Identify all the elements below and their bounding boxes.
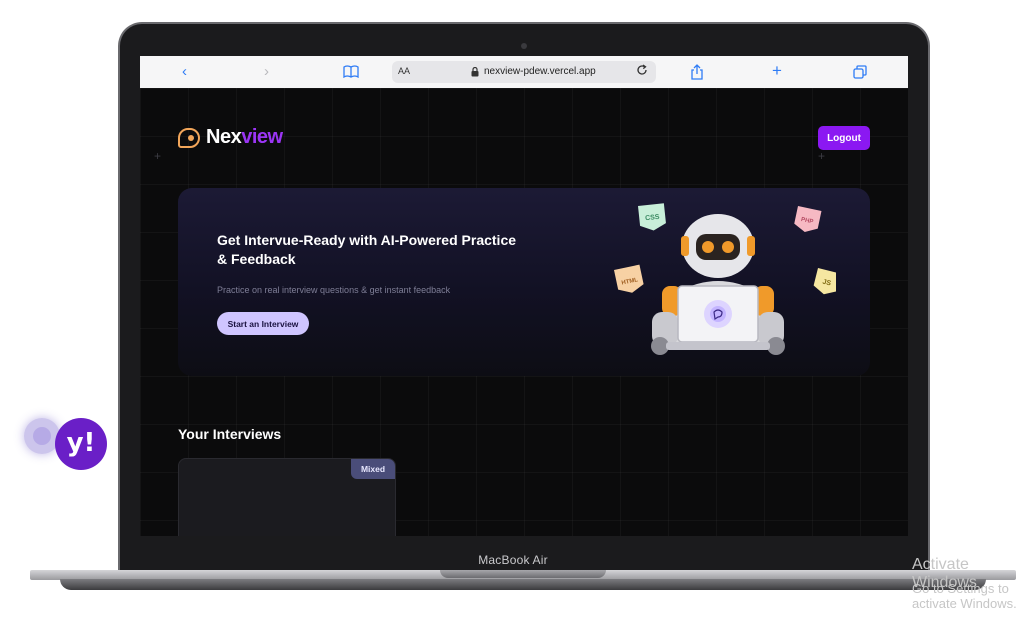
share-icon[interactable] — [690, 64, 704, 84]
hero-title: Get Intervue-Ready with AI-Powered Pract… — [217, 232, 517, 267]
back-icon[interactable]: ‹ — [182, 64, 187, 80]
hero-banner: Get Intervue-Ready with AI-Powered Pract… — [178, 188, 870, 376]
address-bar[interactable]: AA nexview-pdew.vercel.app — [392, 61, 656, 83]
logo-primary: Nex — [206, 126, 242, 148]
web-page: + + Nexview Logout Get Intervue-Ready wi… — [140, 88, 908, 536]
lock-icon — [471, 66, 479, 79]
webcam — [521, 43, 527, 49]
interview-type-badge: Mixed — [351, 459, 395, 479]
grid-plus-decoration: + — [818, 149, 826, 163]
logout-button[interactable]: Logout — [818, 126, 870, 150]
book-icon[interactable] — [343, 65, 359, 82]
hero-subtitle: Practice on real interview questions & g… — [217, 285, 451, 295]
browser-toolbar: ‹ › AA nexview-pdew.vercel.app + — [140, 56, 908, 89]
css-badge-icon: CSS — [638, 203, 666, 231]
chat-bubble-logo-icon — [178, 127, 200, 148]
windows-activation-subtitle: Go to Settings to activate Windows. — [912, 581, 1017, 611]
html-badge-icon: HTML — [614, 264, 644, 293]
php-badge-icon: PHP — [794, 206, 822, 232]
nexview-logo[interactable]: Nexview — [178, 126, 283, 149]
grid-plus-decoration: + — [154, 149, 162, 163]
tabs-icon[interactable] — [853, 65, 867, 83]
forward-icon[interactable]: › — [264, 64, 269, 80]
your-interviews-heading: Your Interviews — [178, 426, 282, 442]
yahoo-logo-icon: y! — [55, 418, 107, 470]
logo-accent: view — [241, 126, 283, 148]
url-text: nexview-pdew.vercel.app — [484, 66, 596, 77]
new-tab-icon[interactable]: + — [772, 62, 782, 79]
laptop-base-bottom — [60, 579, 986, 590]
laptop-screen: ‹ › AA nexview-pdew.vercel.app + + + Nex… — [140, 56, 908, 536]
device-label: MacBook Air — [478, 553, 548, 567]
robot-illustration: CSS PHP HTML JS — [614, 203, 836, 355]
interview-card[interactable]: Mixed — [178, 458, 396, 536]
laptop-opening-notch — [440, 570, 606, 578]
text-size-button[interactable]: AA — [398, 66, 410, 76]
reload-icon[interactable] — [636, 64, 648, 79]
js-badge-icon: JS — [813, 268, 836, 295]
logo-text: Nexview — [206, 126, 283, 149]
start-interview-button[interactable]: Start an Interview — [217, 312, 309, 335]
